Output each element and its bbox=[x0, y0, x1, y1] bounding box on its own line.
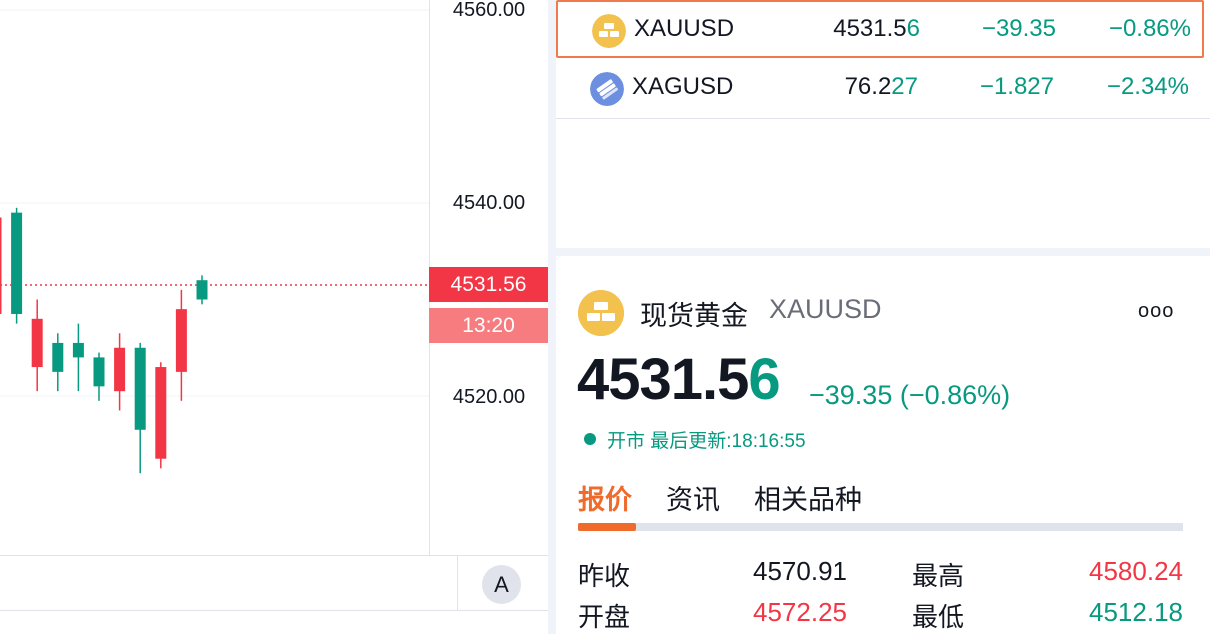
tab-related-instruments[interactable]: 相关品种 bbox=[754, 478, 862, 517]
watchlist: XAUUSD 4531.56 −39.35 −0.86% XAGUSD 76.2… bbox=[556, 0, 1210, 248]
candle bbox=[0, 217, 2, 314]
candle-body bbox=[155, 367, 167, 459]
candle bbox=[93, 352, 105, 401]
watchlist-divider bbox=[556, 118, 1210, 119]
watchlist-change: −39.35 bbox=[981, 15, 1056, 42]
last-price-tail: 6 bbox=[748, 347, 780, 412]
candle bbox=[72, 323, 84, 392]
instrument-symbol: XAUUSD bbox=[769, 294, 882, 324]
active-tab-indicator bbox=[578, 523, 636, 531]
watchlist-change: −1.827 bbox=[979, 73, 1054, 100]
panel-separator[interactable] bbox=[556, 248, 1210, 256]
gold-bars-icon bbox=[592, 14, 626, 48]
last-price-main: 76.2 bbox=[844, 73, 892, 100]
candlestick-chart[interactable] bbox=[0, 0, 429, 555]
candle bbox=[114, 333, 126, 411]
candle bbox=[196, 275, 208, 305]
candle-body bbox=[134, 347, 146, 430]
candle-body bbox=[93, 357, 105, 387]
instrument-name: 现货黄金 bbox=[640, 301, 748, 331]
watchlist-symbol: XAUUSD bbox=[634, 15, 735, 42]
stat-label-open: 开盘 bbox=[578, 602, 631, 632]
candle-body bbox=[114, 347, 126, 392]
price-axis-label: 4540.00 bbox=[452, 192, 526, 214]
tab-track bbox=[578, 523, 1183, 531]
price-change: −39.35 (−0.86%) bbox=[809, 380, 1011, 410]
stat-value-high: 4580.24 bbox=[1089, 556, 1183, 586]
tab-quote[interactable]: 报价 bbox=[578, 478, 632, 517]
last-price-main: 4531.5 bbox=[833, 15, 907, 42]
candle bbox=[31, 299, 43, 392]
time-axis-separator bbox=[457, 556, 458, 610]
stat-label-low: 最低 bbox=[912, 602, 965, 632]
price-axis-label: 4560.00 bbox=[452, 0, 526, 21]
candle-body bbox=[31, 318, 43, 368]
stat-label-high: 最高 bbox=[912, 561, 965, 591]
watchlist-symbol: XAGUSD bbox=[632, 73, 734, 100]
symbol-details-panel: 现货黄金 XAUUSD ooo 4531.56 −39.35 (−0.86%) … bbox=[556, 256, 1210, 634]
stat-label-prev-close: 昨收 bbox=[578, 561, 631, 591]
candle bbox=[52, 333, 64, 392]
candle bbox=[175, 289, 187, 401]
candle bbox=[134, 342, 146, 474]
last-price-main: 4531.5 bbox=[577, 347, 749, 412]
tab-news[interactable]: 资讯 bbox=[666, 478, 720, 517]
stat-value-open: 4572.25 bbox=[753, 597, 847, 627]
candle-body bbox=[11, 212, 23, 314]
chart-pane[interactable]: 4560.00 4540.00 4520.00 4531.56 13:20 A bbox=[0, 0, 548, 634]
candle-body bbox=[72, 342, 84, 358]
market-open-dot-icon bbox=[584, 433, 596, 445]
watchlist-row-xauusd[interactable]: XAUUSD 4531.56 −39.35 −0.86% bbox=[556, 0, 1204, 58]
last-price: 4531.56 bbox=[577, 346, 781, 413]
candles-group bbox=[0, 207, 208, 474]
time-axis-bottom-border bbox=[0, 610, 548, 611]
watchlist-last-price: 76.227 bbox=[776, 73, 918, 101]
candle-body bbox=[175, 309, 187, 372]
price-axis-label: 4520.00 bbox=[452, 386, 526, 408]
market-status: 开市 最后更新:18:16:55 bbox=[607, 431, 806, 452]
candle-body bbox=[52, 342, 64, 372]
current-price-tag: 4531.56 bbox=[429, 267, 548, 302]
time-axis-border bbox=[0, 555, 548, 556]
watchlist-change-percent: −0.86% bbox=[1108, 15, 1191, 42]
gridlines bbox=[0, 9, 429, 397]
watchlist-row-xagusd[interactable]: XAGUSD 76.227 −1.827 −2.34% bbox=[556, 60, 1204, 118]
bar-countdown-tag: 13:20 bbox=[429, 308, 548, 343]
watchlist-change-percent: −2.34% bbox=[1106, 73, 1189, 100]
auto-scale-button[interactable]: A bbox=[482, 565, 521, 604]
last-price-tail: 27 bbox=[891, 73, 918, 100]
more-options-button[interactable]: ooo bbox=[1138, 300, 1174, 323]
candle-body bbox=[196, 280, 208, 300]
gold-bars-icon bbox=[578, 290, 624, 336]
silver-bars-icon bbox=[590, 72, 624, 106]
candle bbox=[155, 362, 167, 469]
pane-divider[interactable] bbox=[548, 0, 556, 634]
candle bbox=[11, 207, 23, 324]
candle-body bbox=[0, 217, 2, 314]
stat-value-low: 4512.18 bbox=[1089, 597, 1183, 627]
watchlist-last-price: 4531.56 bbox=[778, 15, 920, 43]
stat-value-prev-close: 4570.91 bbox=[753, 556, 847, 586]
